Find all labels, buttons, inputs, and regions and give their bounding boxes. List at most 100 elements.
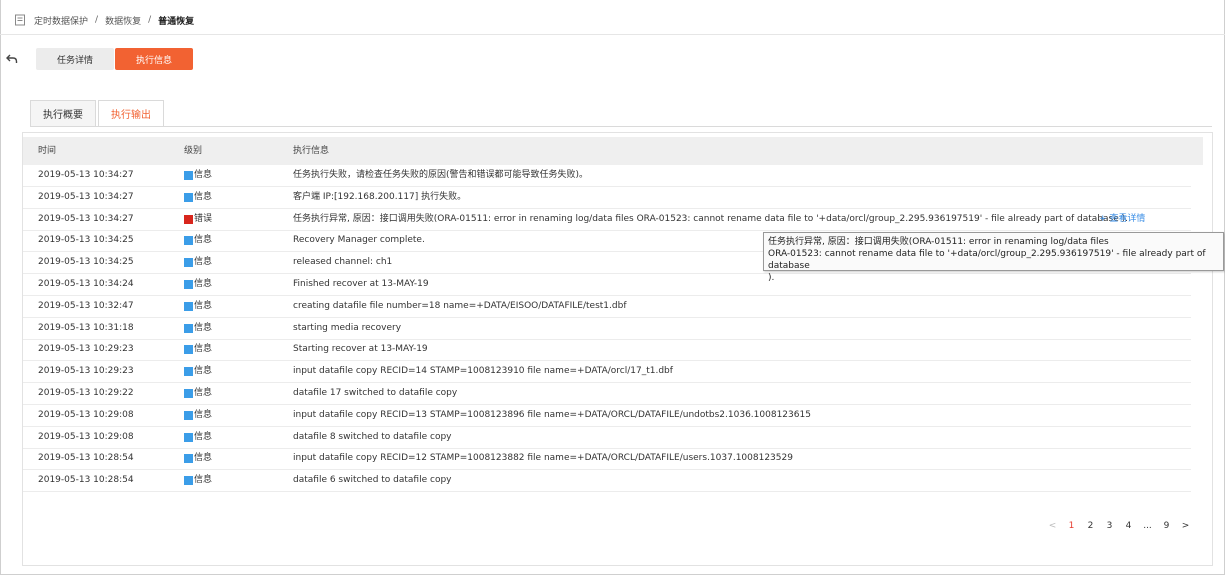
table-row: 2019-05-13 10:29:23 信息 Starting recover at… — [23, 339, 1191, 362]
table-row: 2019-05-13 10:28:54 信息 input datafile copy… — [23, 448, 1191, 471]
cell-time: 2019-05-13 10:29:23 — [38, 366, 134, 377]
cell-level: 信息 — [184, 427, 212, 448]
cell-level: 信息 — [184, 448, 212, 469]
level-label: 信息 — [194, 344, 213, 355]
level-label: 信息 — [194, 300, 213, 311]
table-row: 2019-05-13 10:28:54 信息 datafile 6 switched… — [23, 470, 1191, 493]
info-level-icon — [184, 454, 193, 464]
info-level-icon — [184, 236, 193, 246]
cell-level: 信息 — [184, 405, 212, 426]
cell-time: 2019-05-13 10:34:27 — [38, 191, 134, 202]
level-label: 信息 — [194, 257, 213, 268]
level-label: 信息 — [194, 388, 213, 398]
info-level-icon — [184, 192, 193, 202]
page-3-button[interactable]: 3 — [1100, 521, 1119, 531]
cell-time: 2019-05-13 10:34:27 — [38, 213, 134, 224]
level-label: 信息 — [194, 366, 213, 377]
level-label: 信息 — [194, 279, 213, 289]
info-level-icon — [184, 432, 193, 442]
cell-message: starting media recovery — [293, 322, 402, 333]
cell-time: 2019-05-13 10:34:25 — [38, 235, 134, 246]
breadcrumb-item-recovery[interactable]: 数据恢复 — [105, 14, 141, 27]
cell-message: input datafile copy RECID=13 STAMP=10081… — [293, 409, 811, 420]
breadcrumb-separator: / — [148, 15, 152, 25]
cell-time: 2019-05-13 10:29:22 — [38, 388, 134, 398]
view-details-link[interactable]: + 查看详情 — [1099, 209, 1145, 230]
pagination: < 1 2 3 4 ... 9 > — [1043, 521, 1195, 531]
info-level-icon — [184, 280, 193, 289]
log-table-panel: 时间 级别 执行信息 2019-05-13 10:34:27 信息 任务执行失败，请… — [22, 132, 1213, 566]
breadcrumb-item-protection[interactable]: 定时数据保护 — [34, 14, 88, 27]
page-9-button[interactable]: 9 — [1157, 521, 1176, 531]
level-label: 信息 — [194, 453, 213, 464]
level-label: 信息 — [194, 409, 213, 420]
level-label: 信息 — [194, 191, 213, 202]
column-header-time: 时间 — [38, 146, 57, 156]
tooltip-line: ORA-01523: cannot rename data file to '+… — [768, 249, 1206, 271]
prev-page-button[interactable]: < — [1043, 521, 1062, 531]
header-divider — [0, 34, 1225, 35]
cell-time: 2019-05-13 10:34:25 — [38, 257, 134, 268]
table-row: 2019-05-13 10:29:23 信息 input datafile copy… — [23, 361, 1191, 384]
table-row: 2019-05-13 10:32:47 信息 creating datafile f… — [23, 296, 1191, 318]
tab-exec-output[interactable]: 执行输出 — [98, 100, 164, 127]
cell-level: 信息 — [184, 361, 212, 382]
cell-time: 2019-05-13 10:32:47 — [38, 300, 134, 311]
tab-bar: 执行概要 执行输出 — [30, 100, 166, 127]
table-row: 2019-05-13 10:29:22 信息 datafile 17 switche… — [23, 383, 1191, 405]
level-label: 信息 — [194, 431, 213, 442]
tooltip-line: 任务执行异常, 原因：接口调用失败(ORA-01511: error in re… — [768, 237, 1109, 247]
level-label: 信息 — [194, 235, 213, 246]
breadcrumb-item-current: 普通恢复 — [158, 16, 195, 27]
cell-time: 2019-05-13 10:29:08 — [38, 409, 134, 420]
table-header: 时间 级别 执行信息 — [23, 137, 1203, 165]
cell-level: 信息 — [184, 383, 212, 404]
level-label: 信息 — [194, 322, 213, 333]
page-4-button[interactable]: 4 — [1119, 521, 1138, 531]
info-level-icon — [184, 345, 193, 355]
page-1-button[interactable]: 1 — [1062, 521, 1081, 531]
back-arrow-icon[interactable] — [6, 53, 18, 65]
cell-message: datafile 6 switched to datafile copy — [293, 475, 452, 486]
cell-message: Starting recover at 13-MAY-19 — [293, 344, 428, 355]
cell-message: 客户端 IP:[192.168.200.117] 执行失败。 — [293, 191, 467, 202]
cell-message: Finished recover at 13-MAY-19 — [293, 279, 429, 289]
breadcrumb-separator: / — [95, 15, 99, 25]
cell-level: 信息 — [184, 187, 212, 208]
error-level-icon — [184, 214, 193, 224]
next-page-button[interactable]: > — [1176, 521, 1195, 531]
level-label: 信息 — [194, 475, 213, 486]
cell-message: Recovery Manager complete. — [293, 235, 425, 246]
info-level-icon — [184, 258, 193, 268]
task-details-button[interactable]: 任务详情 — [36, 48, 114, 70]
tooltip-line: ). — [768, 273, 775, 283]
breadcrumb: 定时数据保护 / 数据恢复 / 普通恢复 — [14, 12, 194, 28]
cell-time: 2019-05-13 10:34:24 — [38, 279, 134, 289]
cell-message: datafile 17 switched to datafile copy — [293, 388, 458, 398]
cell-level: 信息 — [184, 339, 212, 360]
table-row: 2019-05-13 10:29:08 信息 datafile 8 switched… — [23, 427, 1191, 449]
level-label: 错误 — [194, 213, 213, 224]
cell-time: 2019-05-13 10:34:27 — [38, 170, 134, 180]
cell-level: 信息 — [184, 470, 212, 491]
info-level-icon — [184, 476, 193, 486]
column-header-message: 执行信息 — [293, 146, 330, 156]
cell-level: 信息 — [184, 230, 212, 251]
error-detail-tooltip: 任务执行异常, 原因：接口调用失败(ORA-01511: error in re… — [763, 232, 1224, 283]
cell-message: 任务执行失败，请检查任务失败的原因(警告和错误都可能导致任务失败)。 — [293, 170, 589, 180]
page-ellipsis: ... — [1143, 521, 1152, 531]
page-2-button[interactable]: 2 — [1081, 521, 1100, 531]
exec-info-button[interactable]: 执行信息 — [115, 48, 193, 70]
info-level-icon — [184, 389, 193, 398]
cell-time: 2019-05-13 10:31:18 — [38, 322, 134, 333]
cell-message: input datafile copy RECID=12 STAMP=10081… — [293, 453, 793, 464]
info-level-icon — [184, 367, 193, 377]
table-row: 2019-05-13 10:34:27 信息 任务执行失败，请检查任务失败的原因(警… — [23, 165, 1191, 187]
cell-level: 信息 — [184, 296, 212, 317]
info-level-icon — [184, 171, 193, 180]
tab-underline — [30, 126, 1212, 127]
table-row: 2019-05-13 10:29:08 信息 input datafile copy… — [23, 405, 1191, 427]
cell-message: creating datafile file number=18 name=+D… — [293, 300, 627, 311]
cell-time: 2019-05-13 10:28:54 — [38, 453, 134, 464]
tab-exec-overview[interactable]: 执行概要 — [30, 100, 96, 127]
